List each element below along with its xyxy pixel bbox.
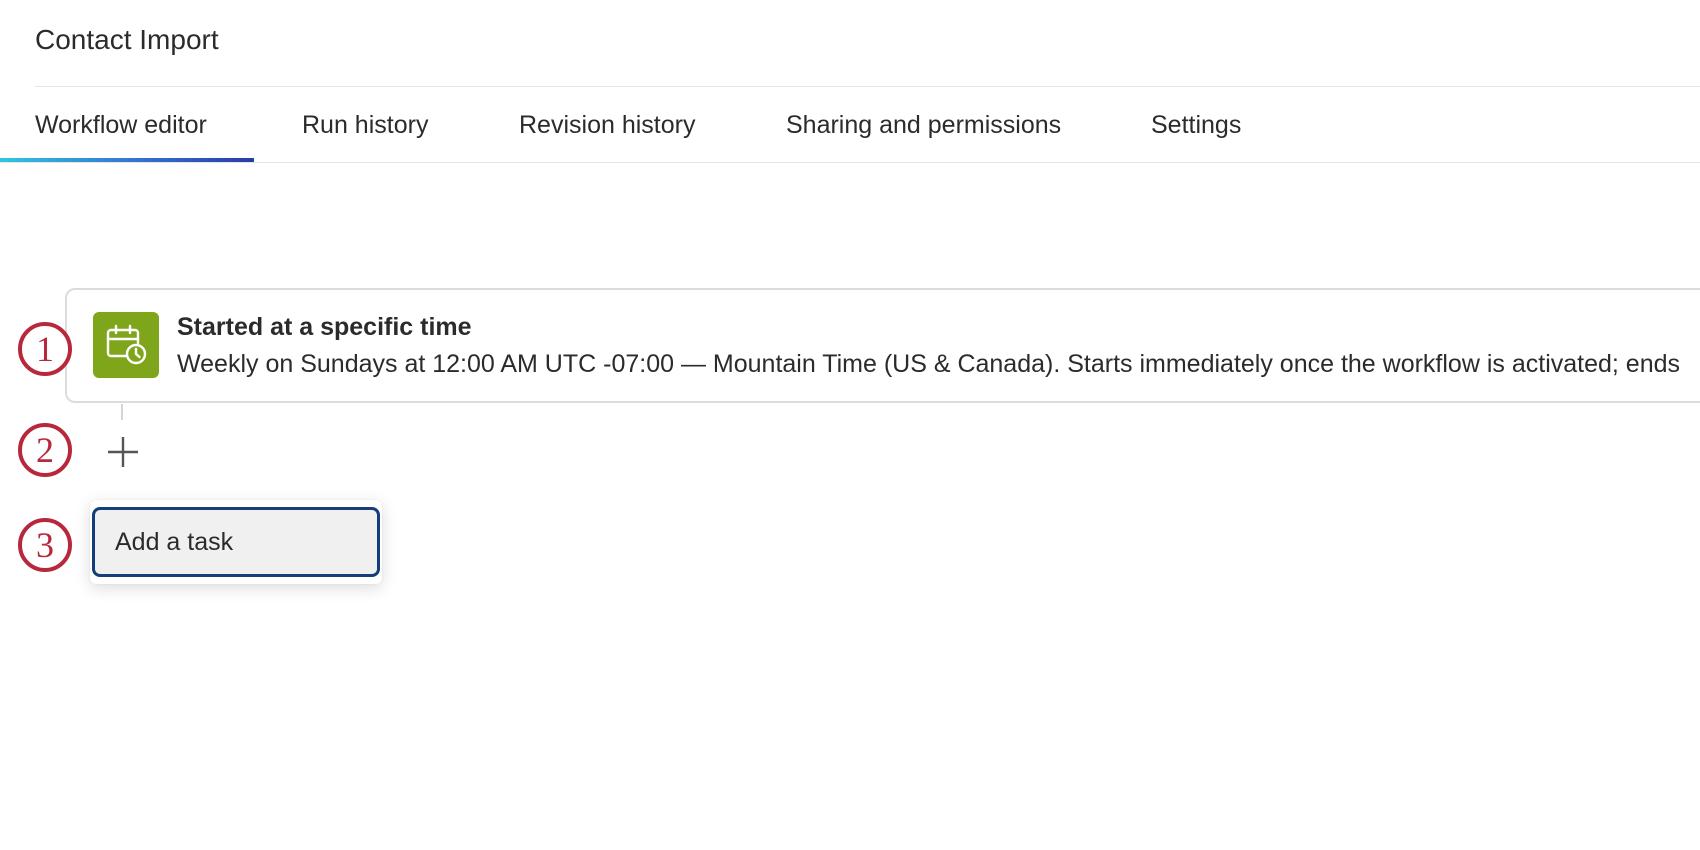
tab-settings[interactable]: Settings [1151,87,1241,163]
step-marker-3: 3 [18,518,72,572]
step-marker-1: 1 [18,322,72,376]
tab-revision-history[interactable]: Revision history [519,87,695,163]
trigger-description: Weekly on Sundays at 12:00 AM UTC -07:00… [177,350,1681,378]
tab-run-history[interactable]: Run history [302,87,428,163]
tabs-divider [0,162,1700,163]
step-marker-2: 2 [18,423,72,477]
flow-connector [121,404,123,420]
tab-bar: Workflow editor Run history Revision his… [0,87,1700,163]
trigger-title: Started at a specific time [177,313,472,341]
add-step-button[interactable] [103,432,143,472]
page-title: Contact Import [35,24,219,55]
trigger-card[interactable]: Started at a specific time Weekly on Sun… [65,288,1700,403]
calendar-clock-icon [93,312,159,378]
add-step-menu: Add a task [90,500,382,584]
tab-workflow-editor[interactable]: Workflow editor [35,87,207,163]
plus-icon [108,437,138,467]
add-a-task-menu-item[interactable]: Add a task [92,507,380,577]
tab-sharing-and-permissions[interactable]: Sharing and permissions [786,87,1061,163]
